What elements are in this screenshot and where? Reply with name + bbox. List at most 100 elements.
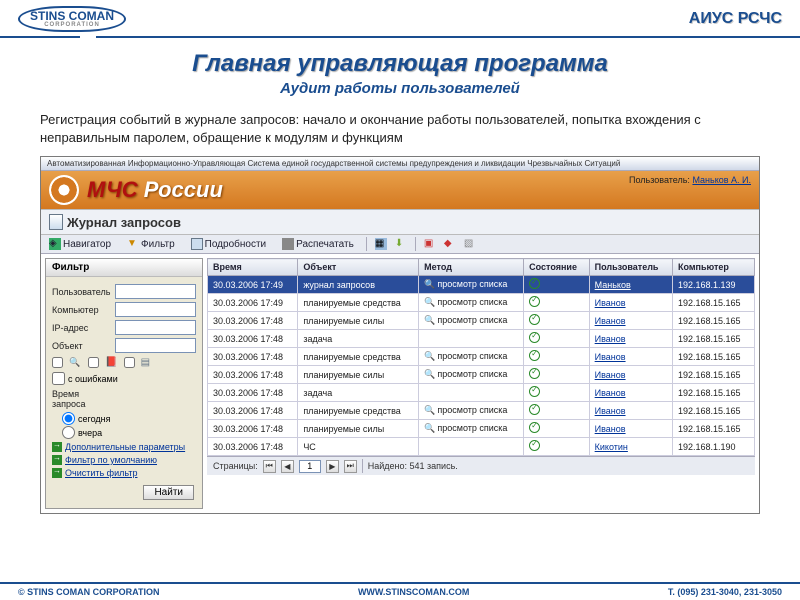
filter-panel: Фильтр Пользователь Компьютер IP-адрес О… <box>45 258 203 509</box>
print-button[interactable]: Распечатать <box>278 237 358 251</box>
column-header[interactable]: Время <box>208 259 298 276</box>
table-row[interactable]: 30.03.2006 17:48планируемые силы🔍просмот… <box>208 312 755 330</box>
column-header[interactable]: Метод <box>419 259 524 276</box>
user-box: Пользователь: Маньков А. И. <box>629 175 751 185</box>
first-page-button[interactable]: ⏮ <box>263 460 276 473</box>
page-input[interactable] <box>299 460 321 473</box>
filter-user-label: Пользователь <box>52 287 112 297</box>
table-row[interactable]: 30.03.2006 17:48планируемые силы🔍просмот… <box>208 420 755 438</box>
cell-user: Иванов <box>589 420 672 438</box>
filter-object-input[interactable] <box>115 338 196 353</box>
user-link[interactable]: Иванов <box>595 334 626 344</box>
next-page-button[interactable]: ▶ <box>326 460 339 473</box>
yesterday-radio[interactable] <box>62 426 75 439</box>
column-header[interactable]: Компьютер <box>673 259 755 276</box>
cell-state <box>524 384 589 402</box>
tool-icon-5[interactable]: ▧ <box>464 238 476 250</box>
tool-icon-2[interactable]: ⬇ <box>395 238 407 250</box>
page-icon: ▤ <box>141 357 150 368</box>
footer-left: © STINS COMAN CORPORATION <box>18 587 159 597</box>
errors-check[interactable] <box>52 372 65 385</box>
today-label: сегодня <box>78 414 111 424</box>
table-row[interactable]: 30.03.2006 17:49планируемые средства🔍про… <box>208 294 755 312</box>
user-link[interactable]: Иванов <box>595 316 626 326</box>
extra-params-link[interactable]: Дополнительные параметры <box>52 442 196 452</box>
book-icon: 📕 <box>105 357 117 368</box>
grid-wrap: ВремяОбъектМетодСостояниеПользовательКом… <box>207 258 755 509</box>
details-icon <box>191 238 203 250</box>
table-row[interactable]: 30.03.2006 17:48планируемые силы🔍просмот… <box>208 366 755 384</box>
tool-icon-4[interactable]: ◆ <box>444 238 456 250</box>
cell-object: планируемые силы <box>298 420 419 438</box>
filter-user-input[interactable] <box>115 284 196 299</box>
cell-method: 🔍просмотр списка <box>419 420 524 438</box>
filter-ip-input[interactable] <box>115 320 196 335</box>
tool-icon-3[interactable]: ▣ <box>424 238 436 250</box>
cell-computer: 192.168.15.165 <box>673 420 755 438</box>
document-icon <box>49 214 63 230</box>
ok-icon <box>529 368 540 379</box>
ok-icon <box>529 296 540 307</box>
user-link[interactable]: Кикотин <box>595 442 628 452</box>
filter-object-label: Объект <box>52 341 112 351</box>
table-row[interactable]: 30.03.2006 17:48планируемые средства🔍про… <box>208 348 755 366</box>
table-row[interactable]: 30.03.2006 17:48планируемые средства🔍про… <box>208 402 755 420</box>
cell-method <box>419 438 524 456</box>
cell-object: планируемые средства <box>298 402 419 420</box>
column-header[interactable]: Пользователь <box>589 259 672 276</box>
user-link[interactable]: Иванов <box>595 406 626 416</box>
user-link[interactable]: Маньков <box>595 280 631 290</box>
table-row[interactable]: 30.03.2006 17:48задачаИванов192.168.15.1… <box>208 384 755 402</box>
clear-filter-link[interactable]: Очистить фильтр <box>52 468 196 478</box>
ok-icon <box>529 386 540 397</box>
ok-icon <box>529 440 540 451</box>
cell-time: 30.03.2006 17:49 <box>208 276 298 294</box>
find-button[interactable]: Найти <box>143 485 194 500</box>
filter-button[interactable]: ▼Фильтр <box>123 237 179 251</box>
ok-icon <box>529 314 540 325</box>
logo-text: STINS COMAN <box>30 9 114 23</box>
slide-footer: © STINS COMAN CORPORATION WWW.STINSCOMAN… <box>0 582 800 600</box>
ok-icon <box>529 422 540 433</box>
user-link[interactable]: Иванов <box>595 370 626 380</box>
user-link[interactable]: Иванов <box>595 298 626 308</box>
header-right: АИУС РСЧС <box>689 10 782 28</box>
cell-method <box>419 330 524 348</box>
user-link[interactable]: Иванов <box>595 388 626 398</box>
table-row[interactable]: 30.03.2006 17:49журнал запросов🔍просмотр… <box>208 276 755 294</box>
footer-right: Т. (095) 231-3040, 231-3050 <box>668 587 782 597</box>
table-row[interactable]: 30.03.2006 17:48задачаИванов192.168.15.1… <box>208 330 755 348</box>
user-link[interactable]: Иванов <box>595 352 626 362</box>
ok-icon <box>529 332 540 343</box>
last-page-button[interactable]: ⏭ <box>344 460 357 473</box>
user-link[interactable]: Маньков А. И. <box>692 175 751 185</box>
magnifier-icon: 🔍 <box>424 351 435 361</box>
footer-center: WWW.STINSCOMAN.COM <box>358 587 470 597</box>
cell-method: 🔍просмотр списка <box>419 294 524 312</box>
check-1[interactable] <box>52 357 63 368</box>
column-header[interactable]: Объект <box>298 259 419 276</box>
cell-time: 30.03.2006 17:48 <box>208 366 298 384</box>
default-filter-link[interactable]: Фильтр по умолчанию <box>52 455 196 465</box>
cell-object: задача <box>298 384 419 402</box>
today-radio[interactable] <box>62 412 75 425</box>
cell-time: 30.03.2006 17:48 <box>208 402 298 420</box>
table-row[interactable]: 30.03.2006 17:48ЧСКикотин192.168.1.190 <box>208 438 755 456</box>
cell-user: Кикотин <box>589 438 672 456</box>
logo: STINS COMAN CORPORATION <box>18 6 126 32</box>
check-3[interactable] <box>124 357 135 368</box>
check-2[interactable] <box>88 357 99 368</box>
cell-user: Иванов <box>589 366 672 384</box>
prev-page-button[interactable]: ◀ <box>281 460 294 473</box>
cell-computer: 192.168.1.190 <box>673 438 755 456</box>
description: Регистрация событий в журнале запросов: … <box>0 111 800 156</box>
details-button[interactable]: Подробности <box>187 237 270 251</box>
cell-state <box>524 312 589 330</box>
separator <box>415 237 416 251</box>
navigator-button[interactable]: ◈Навигатор <box>45 237 115 251</box>
column-header[interactable]: Состояние <box>524 259 589 276</box>
tool-icon-1[interactable]: ▦ <box>375 238 387 250</box>
filter-computer-input[interactable] <box>115 302 196 317</box>
cell-object: ЧС <box>298 438 419 456</box>
user-link[interactable]: Иванов <box>595 424 626 434</box>
